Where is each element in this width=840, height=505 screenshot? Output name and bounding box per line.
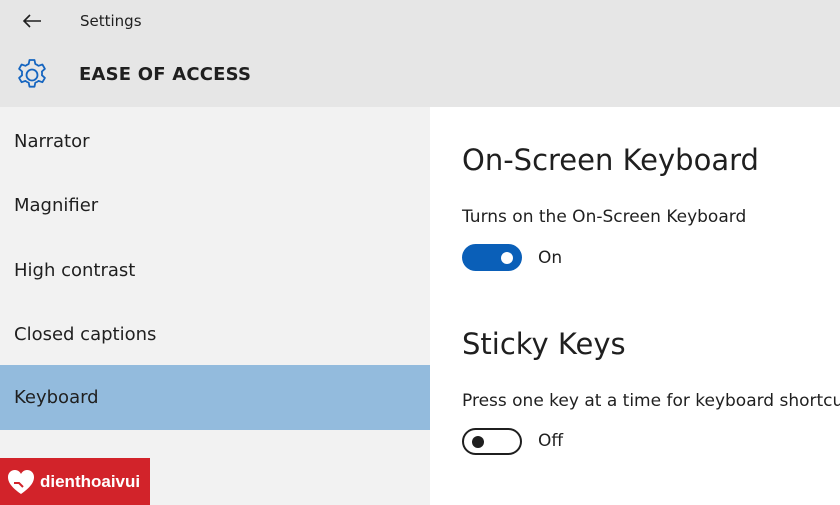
sidebar-item-magnifier[interactable]: Magnifier — [0, 173, 430, 238]
sidebar-item-closed-captions[interactable]: Closed captions — [0, 302, 430, 367]
sidebar: Narrator Magnifier High contrast Closed … — [0, 107, 430, 505]
section-title: EASE OF ACCESS — [79, 64, 252, 85]
app-title: Settings — [80, 12, 142, 30]
sticky-keys-description: Press one key at a time for keyboard sho… — [462, 391, 840, 411]
onscreen-keyboard-description: Turns on the On-Screen Keyboard — [462, 207, 747, 227]
onscreen-keyboard-heading: On-Screen Keyboard — [462, 143, 759, 177]
watermark-text: dienthoaivui — [40, 471, 141, 491]
sticky-keys-state: Off — [538, 431, 564, 451]
back-button[interactable] — [18, 8, 46, 34]
main-content: On-Screen Keyboard Turns on the On-Scree… — [430, 107, 840, 505]
onscreen-keyboard-state: On — [538, 248, 563, 268]
sticky-keys-toggle[interactable] — [462, 428, 522, 455]
sidebar-item-high-contrast[interactable]: High contrast — [0, 238, 430, 303]
onscreen-keyboard-toggle[interactable] — [462, 244, 522, 271]
title-bar: Settings EASE OF ACCESS — [0, 0, 840, 107]
back-arrow-icon — [22, 14, 41, 28]
heart-hand-icon — [8, 469, 34, 494]
sidebar-item-keyboard[interactable]: Keyboard — [0, 365, 430, 430]
gear-icon — [18, 59, 46, 88]
watermark-logo: dienthoaivui — [0, 458, 150, 505]
sidebar-item-narrator[interactable]: Narrator — [0, 109, 430, 174]
toggle-knob — [472, 435, 484, 448]
sticky-keys-heading: Sticky Keys — [462, 327, 626, 361]
toggle-knob — [501, 251, 513, 264]
